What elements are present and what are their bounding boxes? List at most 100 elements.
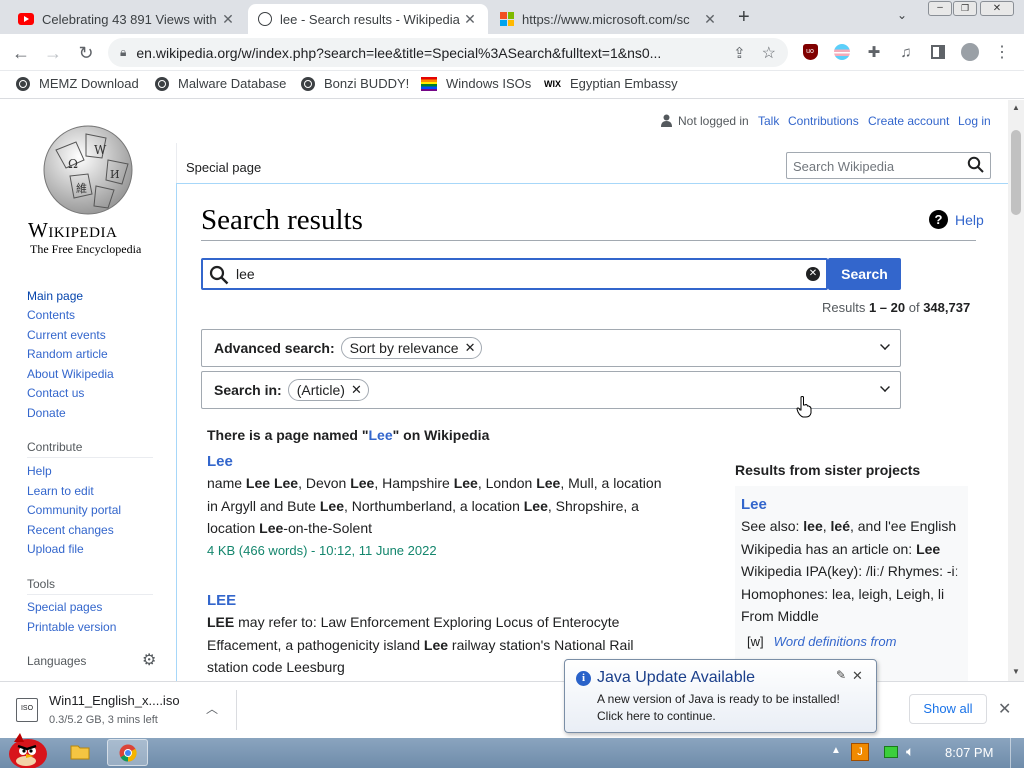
page-named-notice: There is a page named "Lee" on Wikipedia: [207, 427, 489, 443]
scroll-down-arrow-icon[interactable]: ▼: [1012, 667, 1020, 676]
wikipedia-wordmark[interactable]: Wikipedia: [28, 218, 117, 243]
tab-youtube[interactable]: Celebrating 43 891 Views with ✕: [8, 4, 246, 34]
search-results-input[interactable]: lee ✕: [201, 258, 828, 290]
chevron-up-icon[interactable]: ︿: [206, 700, 218, 717]
content-top-border: [176, 183, 1008, 184]
forward-arrow-icon[interactable]: →: [42, 42, 64, 64]
sidebar-donate[interactable]: Donate: [27, 406, 66, 420]
close-icon[interactable]: ✕: [702, 11, 718, 28]
chrome-taskbar-button[interactable]: [107, 739, 148, 766]
sidebar-contact-us[interactable]: Contact us: [27, 386, 84, 400]
contributions-link[interactable]: Contributions: [788, 114, 859, 128]
tab-search-chevron-icon[interactable]: ⌄: [897, 8, 907, 22]
sidebar-recent-changes[interactable]: Recent changes: [27, 523, 114, 537]
bookmark-memz-download[interactable]: MEMZ Download: [16, 76, 139, 91]
results-of: of: [905, 300, 924, 315]
taskbar-clock[interactable]: 8:07 PM: [945, 745, 993, 760]
java-popup-close-icon[interactable]: ✕: [852, 668, 863, 684]
java-update-notification[interactable]: i Java Update Available ✎ ✕ A new versio…: [564, 659, 877, 733]
search-button[interactable]: Search: [828, 258, 901, 290]
info-icon: i: [576, 671, 591, 686]
help-question-icon[interactable]: ?: [929, 210, 948, 229]
pin-icon[interactable]: ✎: [836, 668, 846, 682]
chip-remove-icon[interactable]: ✕: [465, 340, 476, 356]
tab-title: https://www.microsoft.com/sc: [522, 11, 690, 27]
sidebar-help[interactable]: Help: [27, 464, 52, 478]
create-account-link[interactable]: Create account: [868, 114, 949, 128]
result-title-link[interactable]: Lee: [207, 453, 672, 470]
tray-expand-arrow-icon[interactable]: ▲: [831, 745, 841, 756]
special-page-tab[interactable]: Special page: [176, 143, 268, 183]
close-icon[interactable]: ✕: [220, 11, 236, 28]
ublock-origin-icon[interactable]: uo: [800, 42, 820, 62]
menu-kebab-icon[interactable]: ⋮: [992, 42, 1012, 62]
wiki-search-input[interactable]: Search Wikipedia: [786, 152, 991, 179]
window-close-icon[interactable]: ✕: [980, 1, 1014, 16]
back-arrow-icon[interactable]: ←: [10, 42, 32, 64]
file-explorer-icon[interactable]: [69, 742, 91, 762]
log-in-link[interactable]: Log in: [958, 114, 991, 128]
bookmark-star-icon[interactable]: ☆: [762, 43, 776, 63]
advanced-search-panel[interactable]: Advanced search: Sort by relevance ✕: [201, 329, 901, 367]
sidebar-contents[interactable]: Contents: [27, 308, 75, 322]
svg-text:И: И: [110, 168, 120, 181]
share-icon[interactable]: ⇪: [733, 44, 746, 62]
sidebar-random-article[interactable]: Random article: [27, 347, 108, 361]
close-shelf-icon[interactable]: ✕: [998, 699, 1011, 719]
chevron-down-icon[interactable]: [880, 340, 890, 350]
tab-wikipedia-search[interactable]: lee - Search results - Wikipedia ✕: [248, 4, 488, 34]
bookmark-bonzi-buddy[interactable]: Bonzi BUDDY!: [301, 76, 409, 91]
volume-icon[interactable]: 🔈︎: [906, 743, 914, 760]
sidebar-special-pages[interactable]: Special pages: [27, 600, 102, 614]
sidebar-printable-version[interactable]: Printable version: [27, 620, 116, 634]
page-named-link[interactable]: Lee: [368, 427, 392, 443]
tab-microsoft[interactable]: https://www.microsoft.com/sc ✕: [490, 4, 728, 34]
sidebar-current-events[interactable]: Current events: [27, 328, 106, 342]
show-all-downloads-button[interactable]: Show all: [909, 694, 987, 724]
web-page: Ω W И 維 Wikipedia The Free Encyclopedia …: [0, 100, 1008, 681]
bookmark-malware-database[interactable]: Malware Database: [155, 76, 286, 91]
language-settings-gear-icon[interactable]: ⚙: [142, 650, 156, 670]
sidebar-main-page[interactable]: Main page: [27, 289, 83, 303]
sidebar-about-wikipedia[interactable]: About Wikipedia: [27, 367, 114, 381]
restore-icon[interactable]: ❐: [953, 1, 977, 16]
wiktionary-link[interactable]: Word definitions from: [774, 634, 897, 649]
show-desktop-button[interactable]: [1010, 738, 1024, 768]
reload-icon[interactable]: ↻: [75, 42, 97, 64]
bookmark-egyptian-embassy[interactable]: WIX Egyptian Embassy: [544, 76, 678, 91]
side-panel-icon[interactable]: [928, 42, 948, 62]
sidebar-upload-file[interactable]: Upload file: [27, 542, 84, 556]
chevron-down-icon[interactable]: [880, 382, 890, 392]
chip-remove-icon[interactable]: ✕: [351, 382, 362, 398]
result-title-link[interactable]: LEE: [207, 592, 647, 609]
address-bar[interactable]: 🔒︎ en.wikipedia.org/w/index.php?search=l…: [108, 38, 788, 67]
minimize-icon[interactable]: –: [928, 1, 952, 16]
sister-result-title[interactable]: Lee: [741, 496, 962, 513]
bookmark-windows-isos[interactable]: Windows ISOs: [421, 76, 531, 91]
wikipedia-tagline: The Free Encyclopedia: [30, 242, 142, 256]
article-namespace-chip[interactable]: (Article) ✕: [287, 379, 369, 401]
page-scrollbar[interactable]: ▲ ▼: [1008, 100, 1024, 681]
talk-link[interactable]: Talk: [758, 114, 779, 128]
extension-flag-icon[interactable]: [832, 42, 852, 62]
wikipedia-globe-logo[interactable]: Ω W И 維: [36, 120, 140, 216]
results-total: 348,737: [923, 300, 971, 315]
new-tab-plus-icon[interactable]: +: [738, 6, 750, 29]
scrollbar-thumb[interactable]: [1011, 130, 1021, 215]
start-button-angry-bird-icon[interactable]: [4, 730, 50, 769]
sort-by-relevance-chip[interactable]: Sort by relevance ✕: [340, 337, 483, 359]
close-icon[interactable]: ✕: [462, 11, 478, 28]
profile-avatar-icon[interactable]: [960, 42, 980, 62]
java-tray-icon[interactable]: J: [851, 743, 869, 761]
help-link[interactable]: Help: [955, 212, 984, 228]
search-icon[interactable]: [967, 156, 984, 176]
scroll-up-arrow-icon[interactable]: ▲: [1012, 103, 1020, 112]
download-filename[interactable]: Win11_English_x....iso: [49, 693, 180, 708]
extensions-puzzle-icon[interactable]: ✚: [864, 42, 884, 62]
sidebar-community-portal[interactable]: Community portal: [27, 503, 121, 517]
java-popup-line2[interactable]: Click here to continue.: [597, 709, 716, 723]
media-controls-icon[interactable]: ♫: [896, 42, 916, 62]
clear-search-icon[interactable]: ✕: [806, 267, 820, 281]
network-icon[interactable]: [884, 746, 898, 758]
sidebar-learn-to-edit[interactable]: Learn to edit: [27, 484, 94, 498]
